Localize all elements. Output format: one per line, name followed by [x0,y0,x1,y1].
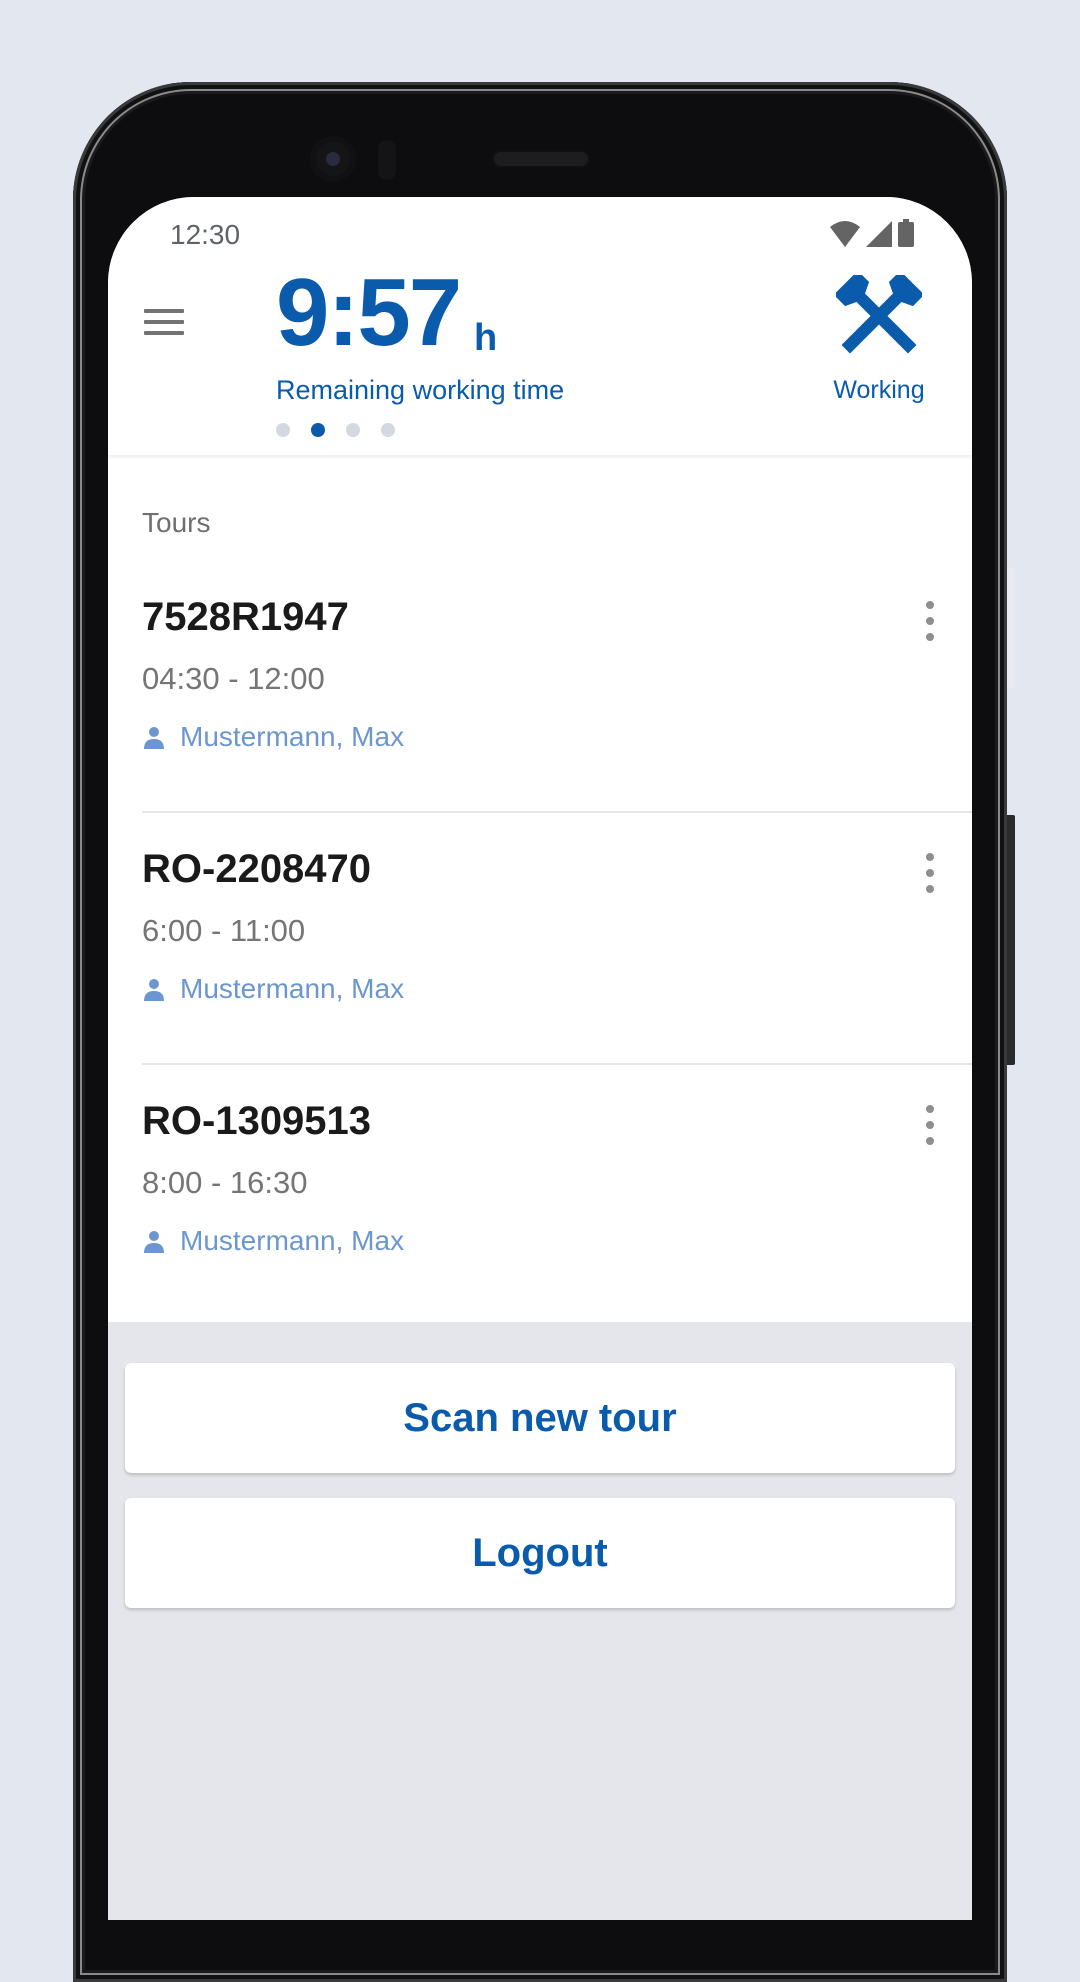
wifi-icon [830,221,860,247]
side-button-top [1007,568,1015,688]
app-screen: 12:30 9:57 h Remaining working time Work… [108,197,972,1920]
pager-dot[interactable] [381,423,395,437]
tour-list-item[interactable]: RO-2208470 6:00 - 11:00 Mustermann, Max [108,813,972,1065]
pager-dot[interactable] [276,423,290,437]
tour-time: 04:30 - 12:00 [142,661,325,696]
more-options-icon[interactable] [920,1105,940,1145]
more-options-icon[interactable] [920,853,940,893]
remaining-time-value: 9:57 [276,259,462,366]
tour-time: 8:00 - 16:30 [142,1165,308,1200]
tour-driver: Mustermann, Max [142,973,404,1005]
tour-id: RO-2208470 [142,847,372,891]
hamburger-menu-icon[interactable] [144,309,184,343]
tour-id: 7528R1947 [142,595,349,639]
pager-dot[interactable] [346,423,360,437]
logout-button[interactable]: Logout [125,1498,955,1608]
section-title-tours: Tours [142,507,211,538]
battery-icon [898,219,914,247]
person-icon [144,727,164,749]
proximity-sensor [378,140,396,180]
pager-dot[interactable] [311,423,325,437]
tour-driver: Mustermann, Max [142,1225,404,1257]
side-button-volume [1007,815,1015,1065]
driver-name: Mustermann, Max [180,721,405,752]
more-options-icon[interactable] [920,601,940,641]
remaining-time-unit: h [474,317,498,359]
work-status-button[interactable]: Working [826,270,932,405]
earpiece-speaker [492,150,590,168]
pager-dots [276,423,395,437]
tour-list-item[interactable]: 7528R1947 04:30 - 12:00 Mustermann, Max [108,561,972,813]
status-bar-time: 12:30 [170,219,241,250]
work-status-label: Working [833,376,925,404]
person-icon [144,1231,164,1253]
tour-list: Tours 7528R1947 04:30 - 12:00 Mustermann… [108,455,972,1322]
app-header: 12:30 9:57 h Remaining working time Work… [108,197,972,455]
tour-time: 6:00 - 11:00 [142,913,306,948]
scan-new-tour-button[interactable]: Scan new tour [125,1363,955,1473]
status-bar-icons [830,219,914,247]
remaining-time-label: Remaining working time [276,375,565,405]
driver-name: Mustermann, Max [180,973,405,1004]
tour-id: RO-1309513 [142,1099,372,1143]
crossed-hammers-icon [833,270,925,354]
driver-name: Mustermann, Max [180,1225,405,1256]
tour-list-item[interactable]: RO-1309513 8:00 - 16:30 Mustermann, Max [108,1065,972,1317]
person-icon [144,979,164,1001]
cellular-signal-icon [866,221,892,247]
tour-driver: Mustermann, Max [142,721,404,753]
front-camera [310,136,356,182]
